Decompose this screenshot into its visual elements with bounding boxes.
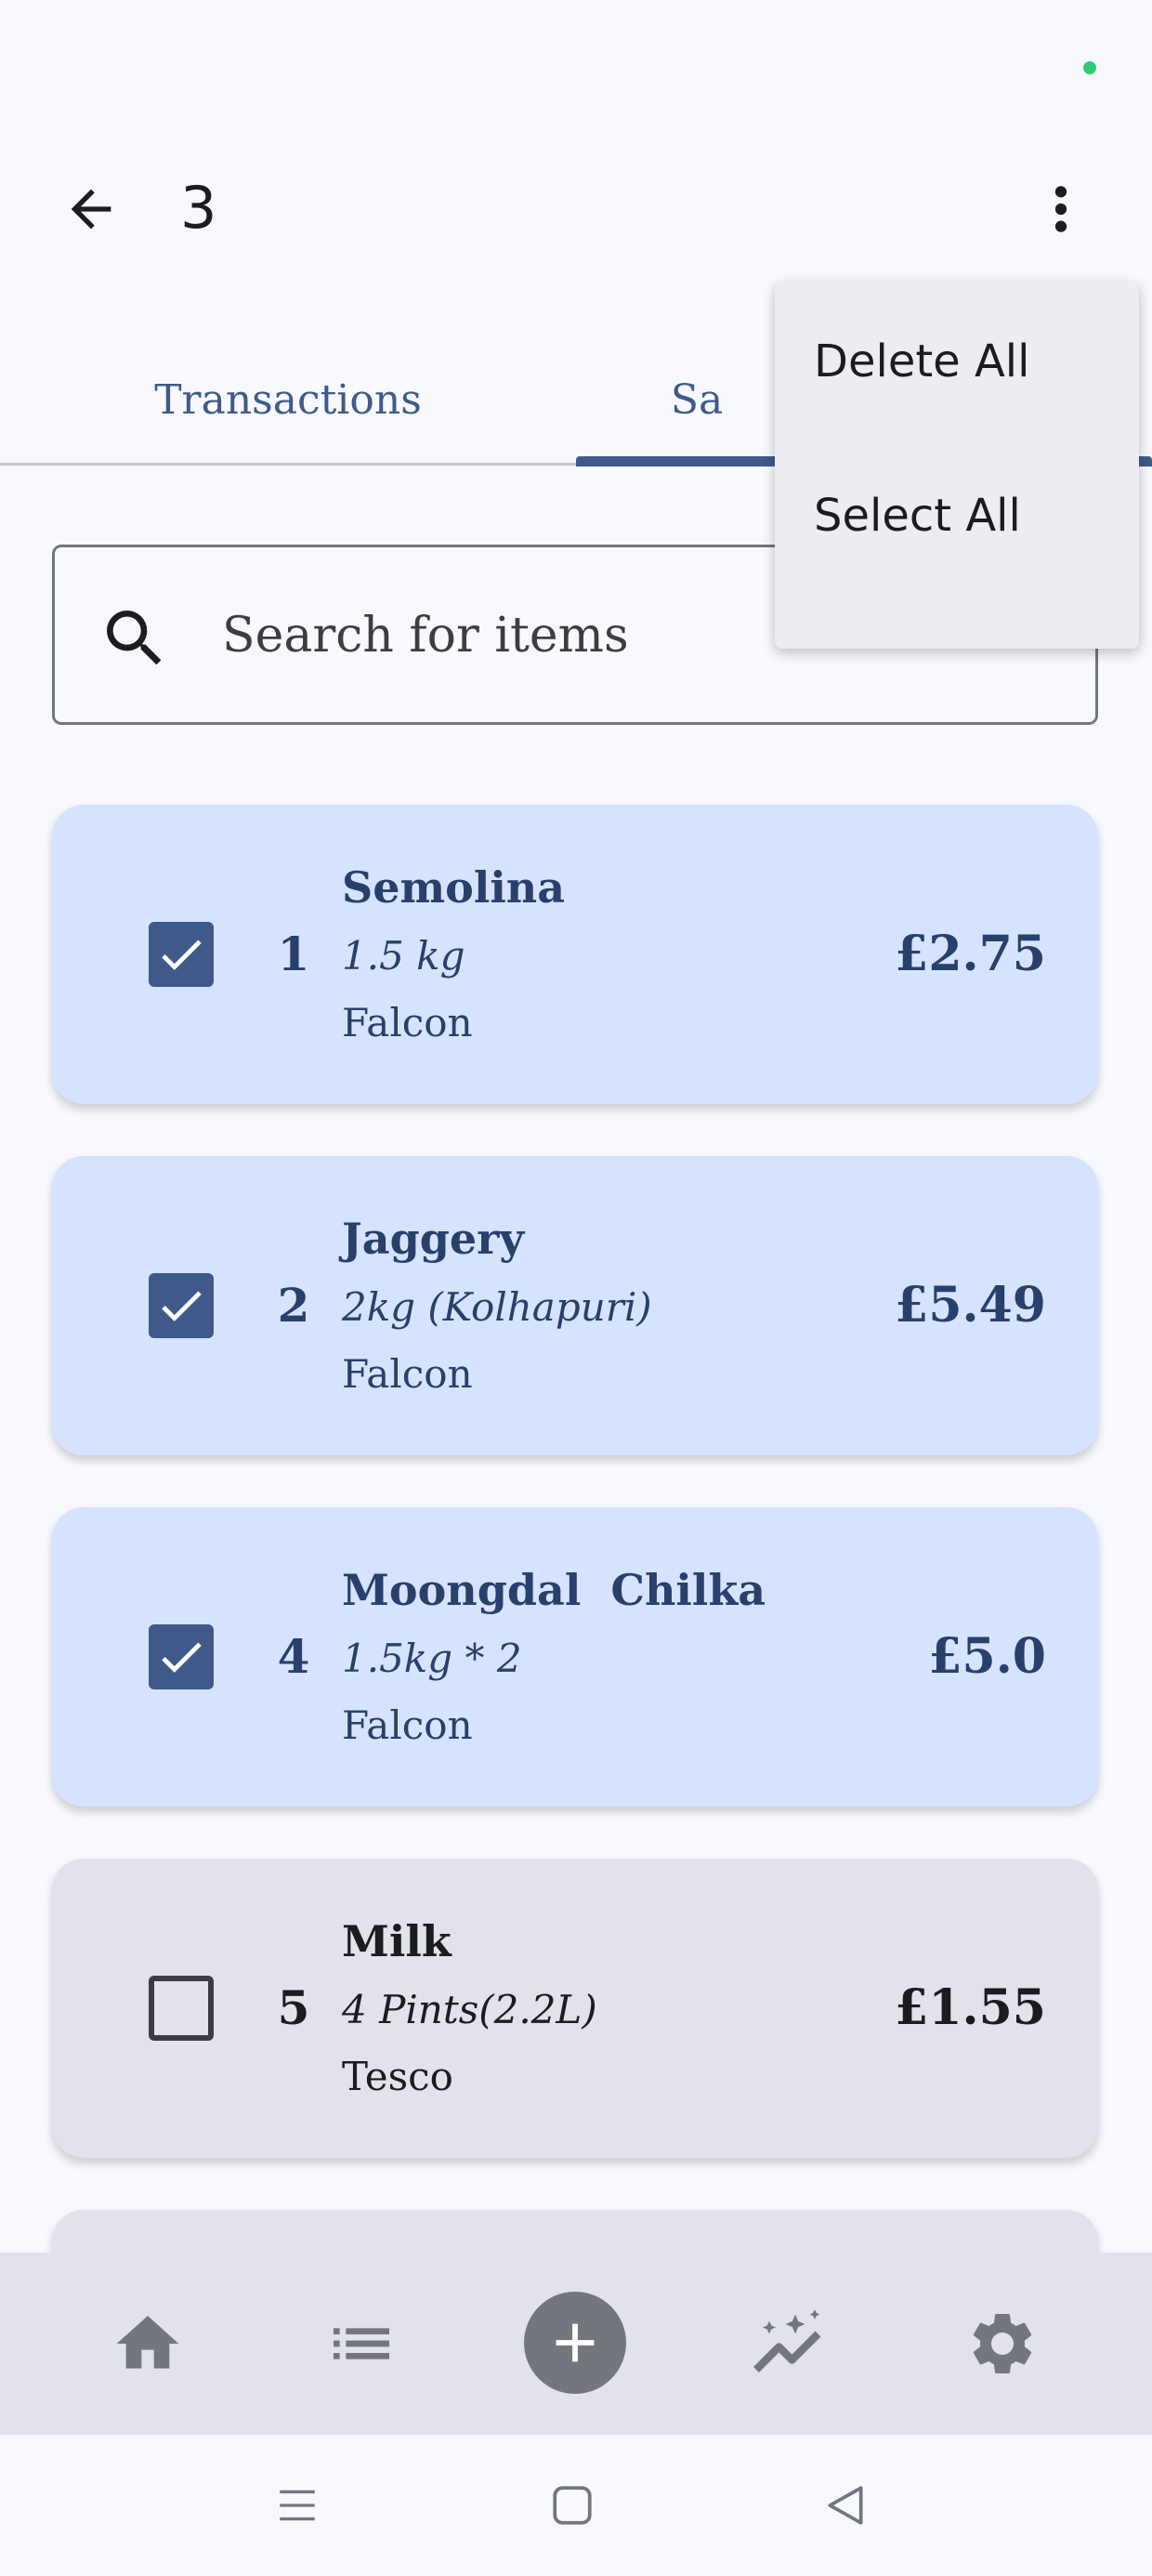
menu-item-delete-all[interactable]: Delete All xyxy=(775,284,1139,439)
list-item[interactable]: 2 Jaggery 2kg (Kolhapuri) Falcon £5.49 xyxy=(52,1156,1098,1455)
more-options-button[interactable] xyxy=(1031,169,1091,249)
item-store: Falcon xyxy=(342,1351,473,1397)
check-icon xyxy=(162,940,202,970)
item-price: £1.55 xyxy=(895,1979,1046,2036)
item-quantity: 1.5kg * 2 xyxy=(342,1636,522,1681)
item-quantity: 4 Pints(2.2L) xyxy=(342,1987,597,2032)
home-square-icon xyxy=(553,2486,592,2525)
list-item[interactable]: 5 Milk 4 Pints(2.2L) Tesco £1.55 xyxy=(52,1859,1098,2158)
home-icon xyxy=(116,2316,179,2369)
item-checkbox[interactable] xyxy=(149,1273,214,1338)
item-price: £5.49 xyxy=(895,1277,1046,1334)
item-checkbox[interactable] xyxy=(149,922,214,987)
tab-transactions[interactable]: Transactions xyxy=(0,335,576,465)
list-icon xyxy=(334,2328,389,2359)
item-store: Falcon xyxy=(342,1702,473,1748)
check-icon xyxy=(162,1642,202,1673)
item-number: 1 xyxy=(277,927,310,981)
back-button[interactable] xyxy=(46,169,136,249)
back-triangle-icon xyxy=(828,2486,863,2525)
bottom-navigation xyxy=(0,2253,1152,2435)
item-name: Milk xyxy=(342,1916,452,1966)
app-bar: 3 xyxy=(0,149,1152,266)
menu-icon xyxy=(280,2490,315,2521)
system-menu-button[interactable] xyxy=(260,2468,334,2543)
nav-add-button[interactable] xyxy=(524,2292,626,2394)
nav-home-button[interactable] xyxy=(97,2297,199,2390)
item-name: Semolina xyxy=(342,862,566,913)
list-item[interactable]: 4 Moongdal Chilka 1.5kg * 2 Falcon £5.0 xyxy=(52,1507,1098,1807)
list-item[interactable]: 1 Semolina 1.5 kg Falcon £2.75 xyxy=(52,805,1098,1104)
search-icon xyxy=(107,611,162,665)
item-name: Moongdal Chilka xyxy=(342,1565,766,1615)
page-title: 3 xyxy=(180,174,217,242)
add-circle-icon xyxy=(556,2323,595,2362)
item-price: £2.75 xyxy=(895,926,1046,982)
menu-item-select-all[interactable]: Select All xyxy=(775,439,1139,593)
tab-second-label: Sa xyxy=(670,375,724,424)
nav-list-button[interactable] xyxy=(310,2297,412,2390)
item-store: Falcon xyxy=(342,1000,473,1045)
check-icon xyxy=(162,1291,202,1321)
item-number: 5 xyxy=(277,1980,310,2035)
system-back-button[interactable] xyxy=(808,2468,883,2543)
settings-icon xyxy=(973,2314,1032,2373)
item-price: £5.0 xyxy=(928,1628,1046,1685)
nav-settings-button[interactable] xyxy=(951,2297,1054,2390)
item-number: 2 xyxy=(277,1278,310,1333)
item-quantity: 2kg (Kolhapuri) xyxy=(342,1284,652,1330)
arrow-left-icon xyxy=(71,189,111,230)
status-indicator-dot xyxy=(1083,61,1096,74)
overflow-menu: Delete All Select All xyxy=(775,283,1139,649)
system-navigation-bar xyxy=(0,2435,1152,2576)
item-quantity: 1.5 kg xyxy=(342,933,465,979)
system-home-button[interactable] xyxy=(535,2468,609,2543)
insights-icon xyxy=(753,2309,821,2372)
item-number: 4 xyxy=(277,1629,310,1684)
more-vert-icon xyxy=(1054,186,1067,232)
nav-insights-button[interactable] xyxy=(738,2297,840,2390)
tab-transactions-label: Transactions xyxy=(154,375,422,424)
item-store: Tesco xyxy=(342,2054,453,2099)
item-checkbox[interactable] xyxy=(149,1976,214,2041)
item-name: Jaggery xyxy=(342,1214,525,1264)
item-checkbox[interactable] xyxy=(149,1624,214,1689)
